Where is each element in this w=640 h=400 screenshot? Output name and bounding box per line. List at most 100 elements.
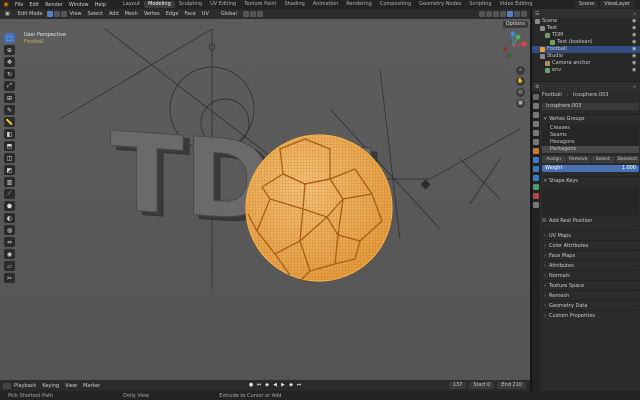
poly-build-tool-icon[interactable]: ⬟ [4,201,15,211]
gizmo-z-axis[interactable] [510,31,516,37]
tab-texture-paint[interactable]: Texture Paint [240,1,280,8]
scene-selector[interactable]: Scene [574,1,599,8]
gizmo-y-axis[interactable] [515,34,521,40]
visibility-icon[interactable] [479,11,485,17]
tab-layout[interactable]: Layout [119,1,144,8]
editor-type-button[interactable]: ▣ [2,10,13,18]
eye-visibility-icon[interactable]: ◉ [632,54,637,59]
scene-tab-icon[interactable] [533,130,539,136]
football-mesh[interactable] [245,134,393,282]
weight-slider[interactable]: Weight 1.000 [542,165,639,172]
property-section[interactable]: › Face Maps [542,250,639,260]
props-editor-icon[interactable]: ⚙ [535,84,539,90]
shrink-fatten-tool-icon[interactable]: ◉ [4,249,15,259]
object-tab-icon[interactable] [533,148,539,154]
property-section[interactable]: › Geometry Data [542,300,639,310]
select-box-tool-icon[interactable]: ⬚ [4,33,15,43]
mesh-data-tab-icon[interactable] [533,184,539,190]
inset-tool-icon[interactable]: ◫ [4,153,15,163]
vp-menu-select[interactable]: Select [85,11,106,17]
world-tab-icon[interactable] [533,139,539,145]
texture-tab-icon[interactable] [533,202,539,208]
eye-visibility-icon[interactable]: ◉ [632,33,637,38]
timeline-editor-icon[interactable] [3,382,11,389]
menu-window[interactable]: Window [66,2,92,8]
vertex-select-icon[interactable] [46,11,53,17]
render-tab-icon[interactable] [533,103,539,109]
tab-compositing[interactable]: Compositing [376,1,415,8]
tab-sculpting[interactable]: Sculpting [175,1,206,8]
outliner-editor-icon[interactable]: ☰ [535,11,539,17]
next-key-icon[interactable]: ◆ [288,382,295,389]
perspective-toggle-icon[interactable]: ▦ [516,99,525,108]
jump-start-icon[interactable]: ⏮ [256,382,263,389]
material-tab-icon[interactable] [533,193,539,199]
start-frame-field[interactable]: Start 0 [469,382,495,389]
zoom-icon[interactable]: ⌕ [516,66,525,75]
property-section[interactable]: › UV Maps [542,230,639,240]
scene-canvas[interactable]: TDM TDM [0,9,530,380]
shear-tool-icon[interactable]: ▱ [4,261,15,271]
vertex-group-item[interactable]: Hexagons [542,139,639,146]
tab-animation[interactable]: Animation [309,1,343,8]
record-icon[interactable]: ● [248,382,255,389]
vertex-group-item-selected[interactable]: Pentagons [542,146,639,153]
rotate-tool-icon[interactable]: ↻ [4,69,15,79]
output-tab-icon[interactable] [533,112,539,118]
annotate-tool-icon[interactable]: ✎ [4,105,15,115]
physics-tab-icon[interactable] [533,175,539,181]
edge-select-icon[interactable] [53,11,60,17]
shape-keys-section[interactable]: ▾ Shape Keys [542,176,639,184]
select-button[interactable]: Select [591,156,615,163]
timeline-menu-view[interactable]: View [62,383,80,389]
options-button[interactable]: Options [502,21,528,28]
outliner-row[interactable]: Text ◉ [532,25,640,32]
knife-tool-icon[interactable]: ⟋ [4,189,15,199]
vp-menu-face[interactable]: Face [181,11,198,17]
outliner-row[interactable]: TDM ◉ [532,32,640,39]
tab-uv-editing[interactable]: UV Editing [206,1,240,8]
blender-logo-icon[interactable]: ◉ [2,1,10,8]
spin-tool-icon[interactable]: ◐ [4,213,15,223]
menu-help[interactable]: Help [92,2,109,8]
wireframe-shading-icon[interactable] [500,11,506,17]
property-section[interactable]: › Color Attributes [542,240,639,250]
property-section[interactable]: › Attributes [542,260,639,270]
assign-button[interactable]: Assign [542,156,566,163]
scale-tool-icon[interactable]: ⤢ [4,81,15,91]
orientation-selector[interactable]: Global [217,10,240,18]
eye-visibility-icon[interactable]: ◉ [632,68,637,73]
vp-menu-vertex[interactable]: Vertex [141,11,163,17]
move-tool-icon[interactable]: ✥ [4,57,15,67]
rip-region-tool-icon[interactable]: ✂ [4,273,15,283]
vp-menu-uv[interactable]: UV [199,11,212,17]
empty-object-marker[interactable] [420,179,431,190]
view-layer-selector[interactable]: ViewLayer [600,1,634,8]
outliner-row[interactable]: Scene ◉ [532,18,640,25]
cursor-tool-icon[interactable]: ⊕ [4,45,15,55]
property-section[interactable]: › Normals [542,270,639,280]
timeline-menu-marker[interactable]: Marker [80,383,103,389]
vp-menu-edge[interactable]: Edge [163,11,182,17]
menu-edit[interactable]: Edit [26,2,42,8]
eye-visibility-icon[interactable]: ◉ [632,19,637,24]
tab-rendering[interactable]: Rendering [342,1,376,8]
vertex-groups-section[interactable]: ▾ Vertex Groups [542,114,639,122]
vp-menu-mesh[interactable]: Mesh [122,11,141,17]
play-reverse-icon[interactable]: ◀ [272,382,279,389]
timeline-menu-playback[interactable]: Playback [11,383,39,389]
view-layer-tab-icon[interactable] [533,121,539,127]
overlays-icon[interactable] [486,11,492,17]
outliner-row[interactable]: env ◉ [532,67,640,74]
eye-visibility-icon[interactable]: ◉ [632,26,637,31]
rendered-shading-icon[interactable] [521,11,527,17]
tab-geometry-nodes[interactable]: Geometry Nodes [415,1,465,8]
deselect-button[interactable]: Deselect [615,156,639,163]
vertex-group-item[interactable]: Seams [542,132,639,139]
edge-slide-tool-icon[interactable]: ⇔ [4,237,15,247]
bevel-tool-icon[interactable]: ◩ [4,165,15,175]
outliner-row[interactable]: Studio ◉ [532,53,640,60]
pivot-icon[interactable] [242,11,249,17]
outliner-row[interactable]: Text (boolean) ◉ [532,39,640,46]
jump-end-icon[interactable]: ⏭ [296,382,303,389]
